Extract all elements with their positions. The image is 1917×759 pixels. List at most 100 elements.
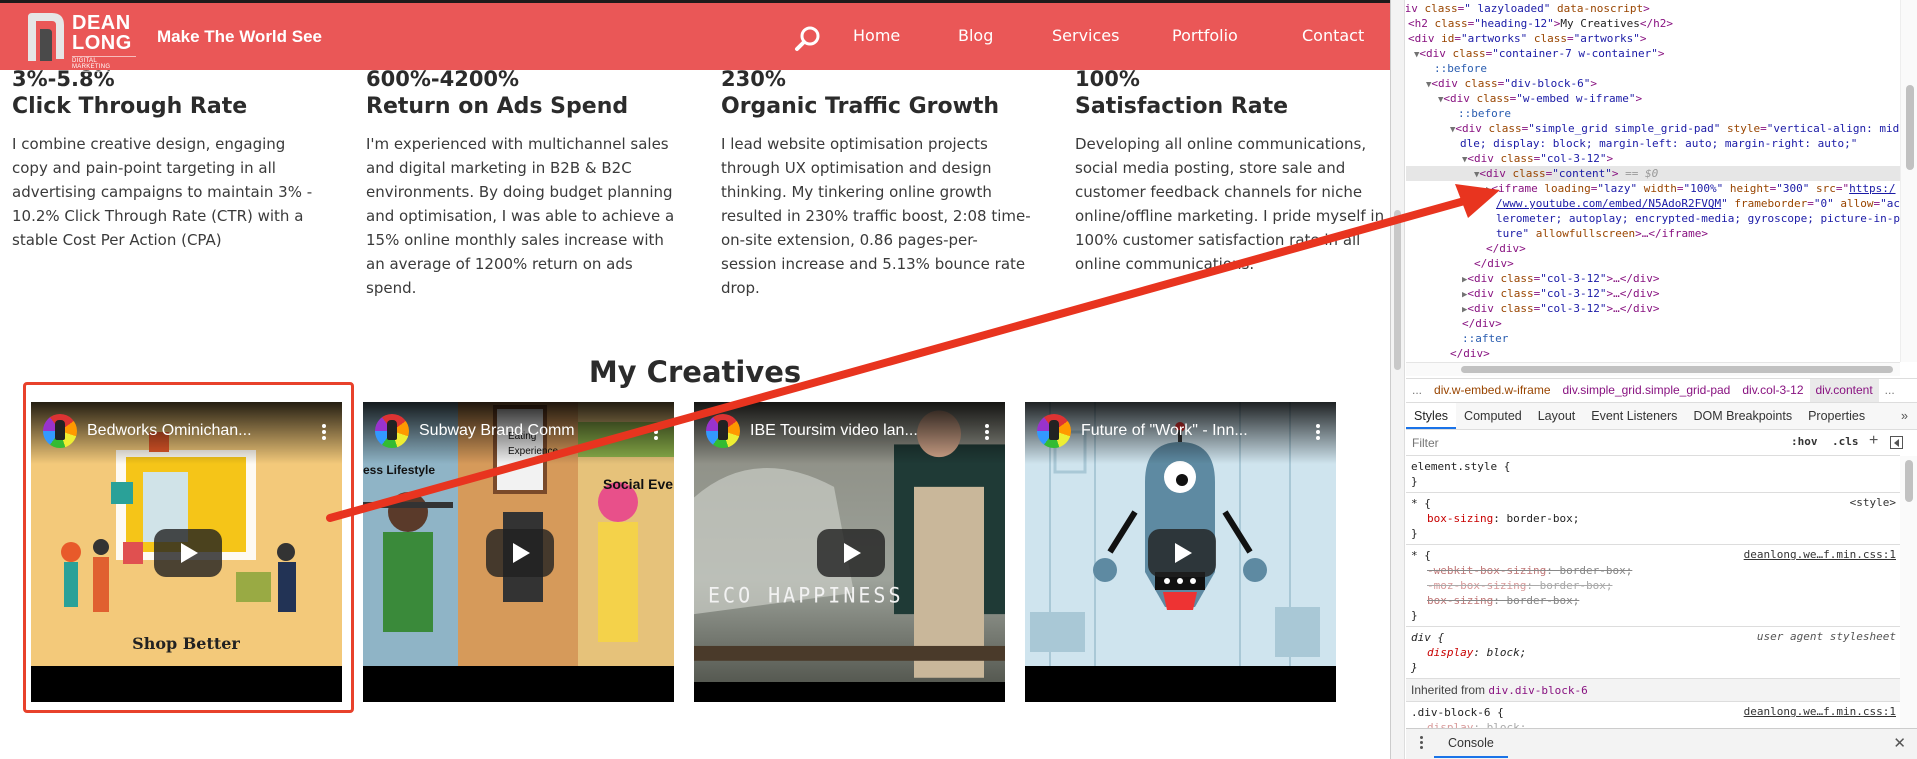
dom-node-collapsed[interactable]: ▶<div class="col-3-12">…</div> [1462, 271, 1660, 286]
devtools-drawer: Console ✕ [1406, 728, 1917, 759]
more-options-icon[interactable] [985, 424, 989, 440]
dom-close-tag[interactable]: </div> [1474, 256, 1514, 271]
close-icon[interactable]: ✕ [1893, 734, 1906, 752]
video-title[interactable]: Future of "Work" - Inn... [1081, 422, 1248, 440]
new-style-rule-icon[interactable]: + [1869, 432, 1878, 450]
elements-vertical-scrollbar[interactable] [1900, 0, 1917, 362]
nav-portfolio[interactable]: Portfolio [1172, 26, 1238, 45]
dom-node[interactable]: ▼<div class="div-block-6"> [1426, 76, 1597, 91]
rule-source-link[interactable]: deanlong.we…f.min.css:1 [1744, 548, 1896, 561]
hover-state-button[interactable]: :hov [1791, 435, 1818, 448]
styles-filter-bar: :hov .cls + [1406, 430, 1903, 456]
dom-node-iframe-src[interactable]: /www.youtube.com/embed/N5AdoR2FVQM" fram… [1496, 196, 1900, 211]
dom-node-continuation: dle; display: block; margin-left: auto; … [1460, 137, 1858, 150]
tab-console[interactable]: Console [1434, 729, 1508, 758]
tab-computed[interactable]: Computed [1456, 403, 1530, 429]
breadcrumb-item[interactable]: div.w-embed.w-iframe [1428, 379, 1556, 402]
stat-description: I lead website optimisation projects thr… [721, 135, 1031, 297]
logo-wordmark: DEAN LONG DIGITAL MARKETING [72, 13, 136, 72]
dom-node-iframe[interactable]: ▶<iframe loading="lazy" width="100%" hei… [1486, 181, 1896, 196]
dom-close-tag[interactable]: </div> [1486, 241, 1526, 256]
class-toggle-button[interactable]: .cls [1832, 435, 1859, 448]
logo-line-1: DEAN [72, 12, 131, 34]
play-button-icon[interactable] [1148, 529, 1216, 577]
drawer-menu-icon[interactable] [1420, 736, 1423, 750]
thumbnail-caption: Social Event [603, 476, 674, 492]
channel-avatar[interactable] [375, 414, 409, 448]
play-button-icon[interactable] [817, 529, 885, 577]
site-tagline: Make The World See [157, 27, 323, 46]
rule-source: user agent stylesheet [1756, 630, 1896, 643]
style-rule[interactable]: .div-block-6 { deanlong.we…f.min.css:1 d… [1406, 702, 1900, 728]
breadcrumb-item[interactable]: div.col-3-12 [1736, 379, 1809, 402]
styles-rules-list: element.style { } * { <style> box-sizing… [1406, 456, 1900, 728]
dom-node[interactable]: ▼<div class="col-3-12"> [1462, 151, 1613, 166]
page-scrollbar-thumb[interactable] [1394, 210, 1401, 370]
site-logo[interactable]: DEAN LONG DIGITAL MARKETING [26, 9, 136, 72]
dom-node-continuation: lerometer; autoplay; encrypted-media; gy… [1496, 212, 1900, 225]
dom-node-collapsed[interactable]: ▶<div class="col-3-12">…</div> [1462, 286, 1660, 301]
dom-node-collapsed[interactable]: ▶<div class="col-3-12">…</div> [1462, 301, 1660, 316]
tab-layout[interactable]: Layout [1530, 403, 1584, 429]
stat-description: Developing all online communications, so… [1075, 135, 1385, 273]
video-title[interactable]: Subway Brand Comm [419, 422, 575, 440]
video-title[interactable]: IBE Toursim video lan... [750, 422, 918, 440]
more-tabs-icon[interactable]: » [1901, 403, 1908, 429]
rule-source[interactable]: <style> [1850, 496, 1896, 509]
dom-node[interactable]: ▼<div class="simple_grid simple_grid-pad… [1450, 121, 1899, 136]
tab-styles[interactable]: Styles [1406, 403, 1457, 429]
style-rule[interactable]: * { deanlong.we…f.min.css:1 -webkit-box-… [1406, 545, 1900, 627]
dom-close-tag[interactable]: </div> [1450, 346, 1490, 361]
logo-subtitle: DIGITAL MARKETING [72, 56, 136, 72]
channel-avatar[interactable] [43, 414, 77, 448]
channel-avatar[interactable] [1037, 414, 1071, 448]
more-options-icon[interactable] [1316, 424, 1320, 440]
breadcrumb-overflow[interactable]: ... [1879, 379, 1901, 402]
dom-node[interactable]: <h2 class="heading-12">My Creatives</h2> [1408, 16, 1673, 31]
style-rule-user-agent[interactable]: div { user agent stylesheet display: blo… [1406, 627, 1900, 679]
inherited-selector-link[interactable]: div.div-block-6 [1488, 684, 1587, 697]
logo-line-2: LONG [72, 32, 132, 54]
video-embed-subway[interactable]: ess Lifestyle Eating Experience Social E… [363, 402, 674, 702]
breadcrumb-overflow[interactable]: ... [1406, 379, 1428, 402]
video-embed-future-of-work[interactable]: Future of "Work" - Inn... [1025, 402, 1336, 702]
more-options-icon[interactable] [322, 424, 326, 440]
breadcrumb-item[interactable]: div.simple_grid.simple_grid-pad [1557, 379, 1737, 402]
dom-node[interactable]: div class=" lazyloaded" data-noscript> [1406, 1, 1650, 16]
iframe-src-link[interactable]: /www.youtube.com/embed/N5AdoR2FVQM [1496, 197, 1721, 210]
dom-node[interactable]: <div id="artworks" class="artworks"> [1408, 31, 1646, 46]
nav-services[interactable]: Services [1052, 26, 1119, 45]
stat-satisfaction: 100% Satisfaction Rate Developing all on… [1075, 66, 1390, 276]
style-rule-element[interactable]: element.style { } [1406, 456, 1900, 493]
nav-home[interactable]: Home [853, 26, 900, 45]
video-embed-bedworks[interactable]: Shop Better Bedworks Ominichan... [31, 402, 342, 702]
style-rule[interactable]: * { <style> box-sizing: border-box; } [1406, 493, 1900, 545]
play-button-icon[interactable] [486, 529, 554, 577]
dom-node[interactable]: ▼<div class="container-7 w-container"> [1414, 46, 1665, 61]
video-title[interactable]: Bedworks Ominichan... [87, 422, 252, 440]
dom-node[interactable]: ▼<div class="w-embed w-iframe"> [1438, 91, 1642, 106]
rule-source-link[interactable]: deanlong.we…f.min.css:1 [1744, 705, 1896, 718]
elements-horizontal-scrollbar[interactable] [1406, 362, 1900, 376]
nav-contact[interactable]: Contact [1302, 26, 1364, 45]
breadcrumb-item-active[interactable]: div.content [1809, 379, 1879, 402]
page-scrollbar[interactable] [1391, 0, 1405, 759]
nav-blog[interactable]: Blog [958, 26, 993, 45]
toggle-sidebar-icon[interactable] [1890, 436, 1903, 449]
dom-node-selected[interactable]: ▼<div class="content"> == $0 [1406, 166, 1900, 181]
thumbnail-caption: ECO HAPPINESS [708, 583, 904, 608]
dom-pseudo-before[interactable]: ::before [1434, 61, 1487, 76]
tab-properties[interactable]: Properties [1800, 403, 1873, 429]
video-embed-ibe-tourism[interactable]: ECO HAPPINESS IBE Toursim video lan... [694, 402, 1005, 702]
dom-close-tag[interactable]: </div> [1462, 316, 1502, 331]
tab-dom-breakpoints[interactable]: DOM Breakpoints [1685, 403, 1800, 429]
dom-pseudo-before[interactable]: ::before [1458, 106, 1511, 121]
dom-pseudo-after[interactable]: ::after [1462, 331, 1508, 346]
styles-filter-input[interactable] [1408, 433, 1763, 453]
tab-event-listeners[interactable]: Event Listeners [1583, 403, 1685, 429]
play-button-icon[interactable] [154, 529, 222, 577]
search-icon[interactable] [793, 25, 821, 53]
styles-scrollbar[interactable] [1900, 456, 1917, 728]
more-options-icon[interactable] [654, 424, 658, 440]
channel-avatar[interactable] [706, 414, 740, 448]
